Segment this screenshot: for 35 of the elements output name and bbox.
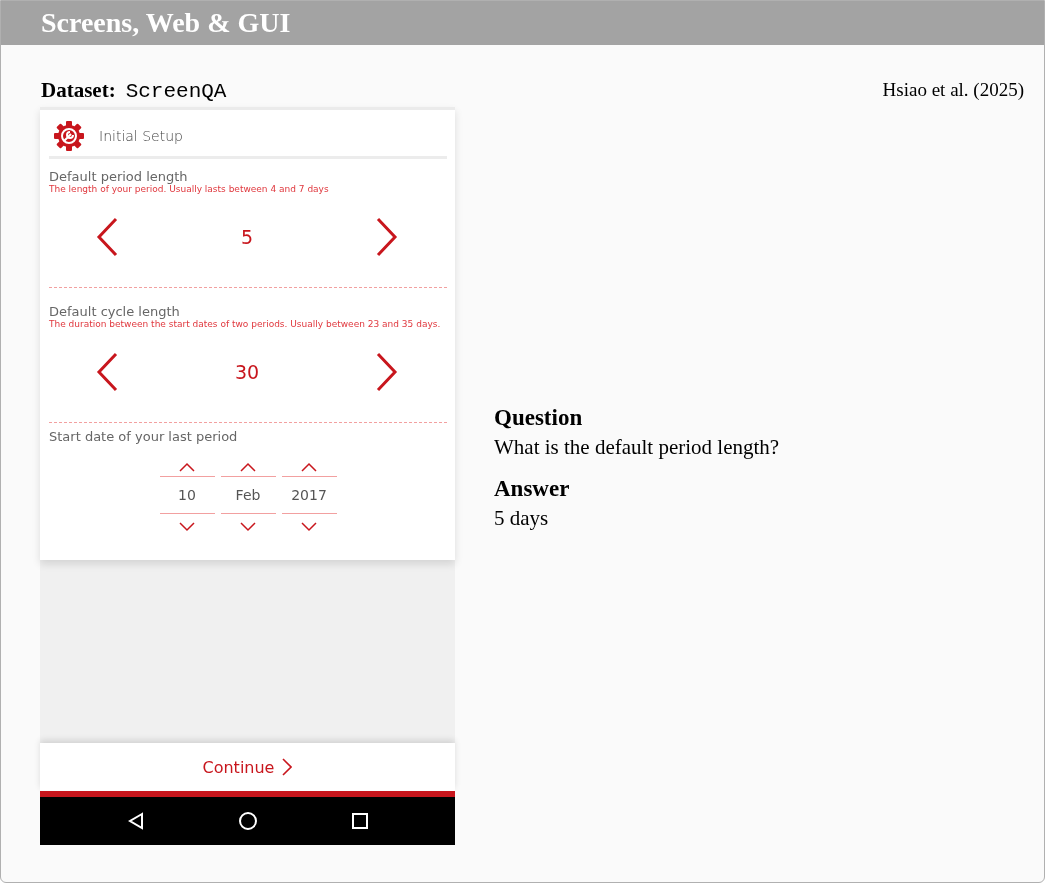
chevron-right-icon[interactable] (375, 216, 399, 257)
continue-button[interactable]: Continue (40, 743, 455, 791)
back-icon[interactable] (126, 812, 145, 830)
caret-up-icon[interactable] (240, 461, 256, 472)
setting-label: Default period length (49, 169, 189, 184)
date-value: 2017 (291, 485, 327, 505)
qa-text: 5 days (494, 506, 550, 531)
setting-hint: The length of your period. Usually lasts between 4 and 7 days (49, 184, 330, 195)
caret-up-icon[interactable] (301, 461, 317, 472)
date-value: Feb (235, 485, 261, 505)
date-value: 10 (178, 485, 196, 505)
section-title: Screens, Web & GUI (41, 7, 291, 39)
dataset-name: ScreenQA (125, 79, 227, 103)
stepper-value: 30 (234, 360, 260, 383)
qa-heading: Question (494, 405, 584, 431)
setting-label: Start date of your last period (49, 428, 239, 444)
setting-hint: The duration between the start dates of two periods. Usually between 23 and 35 days. (49, 318, 442, 330)
chevron-right-icon[interactable] (375, 351, 399, 392)
setting-label: Default cycle length (49, 303, 181, 319)
caret-down-icon[interactable] (301, 521, 317, 532)
qa-heading: Answer (494, 476, 571, 502)
home-icon[interactable] (237, 811, 258, 831)
chevron-left-icon[interactable] (95, 216, 119, 257)
screen-title: Initial Setup (99, 128, 183, 144)
caret-down-icon[interactable] (240, 521, 256, 532)
chevron-left-icon[interactable] (95, 351, 119, 392)
recents-icon[interactable] (350, 812, 369, 830)
chevron-right-icon (282, 758, 293, 776)
caret-down-icon[interactable] (179, 521, 195, 532)
citation: Hsiao et al. (2025) (882, 79, 1024, 101)
caret-up-icon[interactable] (179, 461, 195, 472)
gear-icon (53, 120, 85, 152)
qa-text: What is the default period length? (494, 435, 781, 460)
stepper-value: 5 (240, 225, 254, 248)
dataset-label: Dataset: (41, 77, 116, 102)
